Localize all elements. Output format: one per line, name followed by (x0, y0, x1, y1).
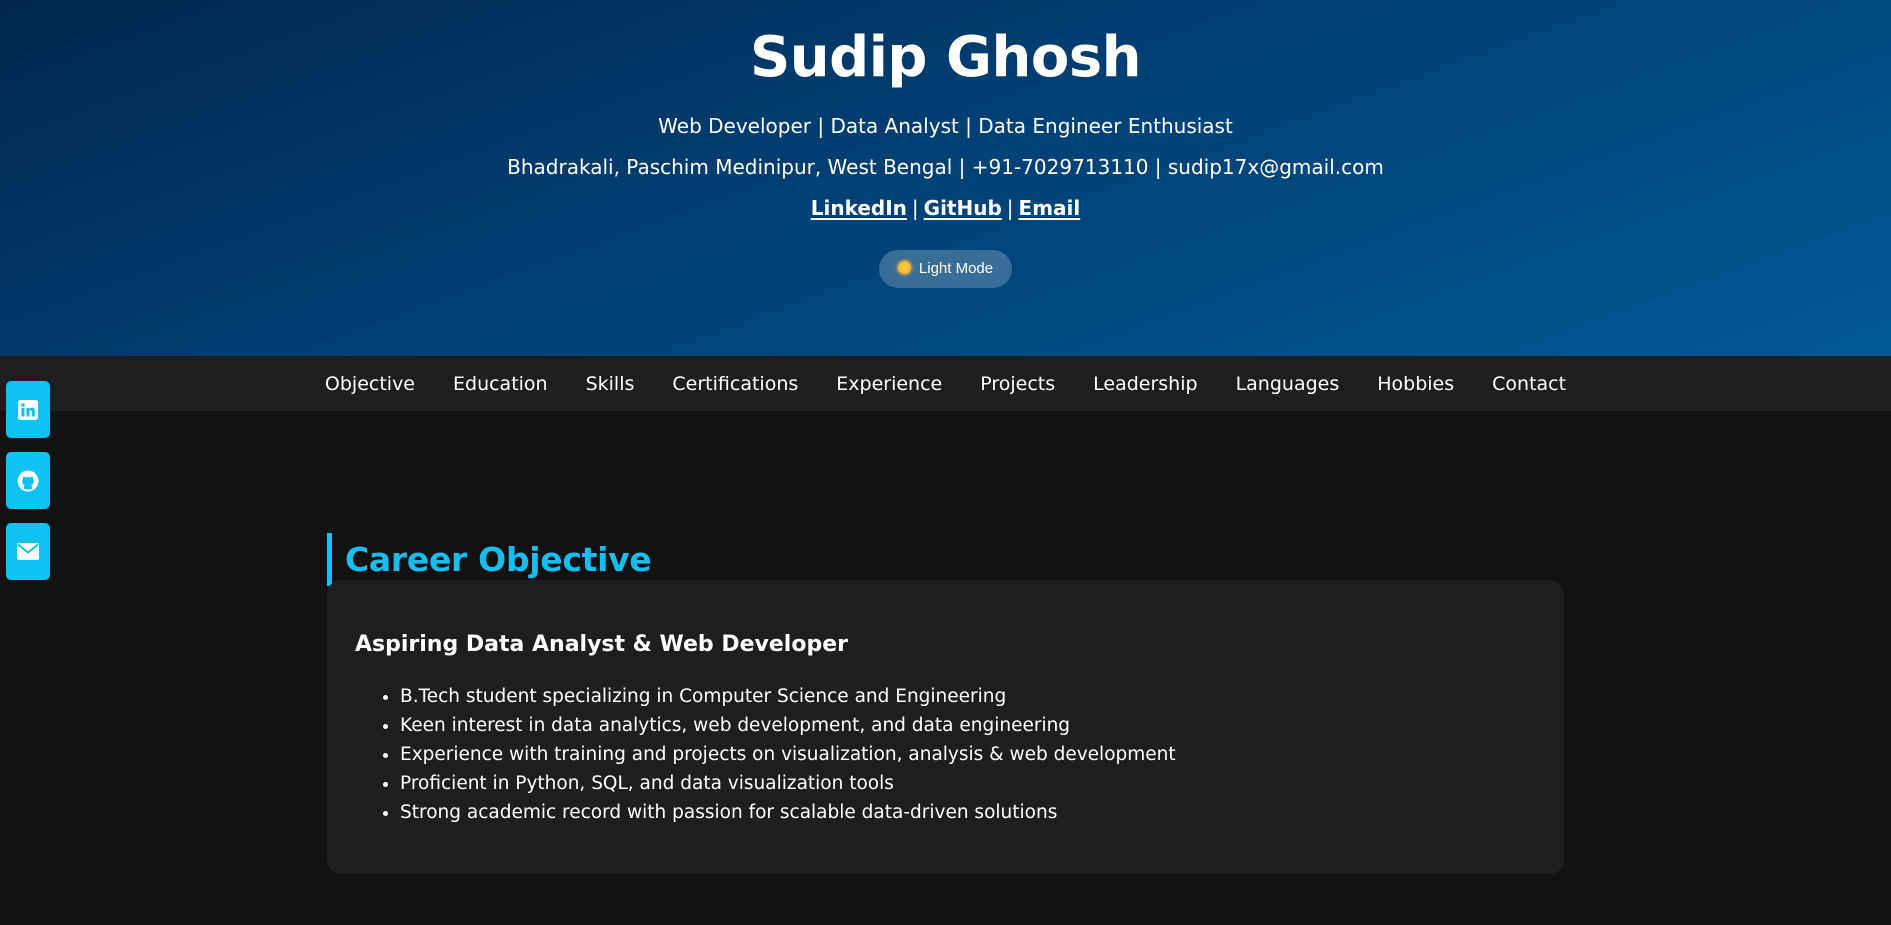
theme-toggle-button[interactable]: Light Mode (879, 250, 1012, 288)
contact-details: Bhadrakali, Paschim Medinipur, West Beng… (507, 155, 1384, 179)
github-social-button[interactable] (6, 452, 50, 509)
email-link[interactable]: Email (1019, 196, 1081, 220)
linkedin-link[interactable]: LinkedIn (811, 196, 907, 220)
nav-item-education[interactable]: Education (453, 373, 548, 395)
email-social-button[interactable] (6, 523, 50, 580)
nav-item-projects[interactable]: Projects (980, 373, 1055, 395)
nav-item-hobbies[interactable]: Hobbies (1377, 373, 1454, 395)
nav-item-languages[interactable]: Languages (1236, 373, 1340, 395)
nav-item-contact[interactable]: Contact (1492, 373, 1566, 395)
list-item: Proficient in Python, SQL, and data visu… (400, 769, 1176, 798)
list-item: Keen interest in data analytics, web dev… (400, 711, 1176, 740)
email-icon (17, 543, 39, 560)
list-item: Strong academic record with passion for … (400, 798, 1176, 827)
linkedin-social-button[interactable] (6, 381, 50, 438)
list-item: B.Tech student specializing in Computer … (400, 682, 1176, 711)
linkedin-icon (18, 399, 38, 420)
objective-card: Aspiring Data Analyst & Web Developer B.… (327, 580, 1564, 874)
link-separator: | (1006, 196, 1014, 220)
nav-item-leadership[interactable]: Leadership (1093, 373, 1197, 395)
profile-name: Sudip Ghosh (749, 25, 1142, 90)
github-link[interactable]: GitHub (924, 196, 1002, 220)
nav-item-certifications[interactable]: Certifications (672, 373, 798, 395)
github-icon (17, 470, 39, 491)
career-objective-heading: Career Objective (327, 533, 652, 587)
nav-item-experience[interactable]: Experience (836, 373, 942, 395)
link-separator: | (911, 196, 919, 220)
objective-list: B.Tech student specializing in Computer … (355, 682, 1176, 827)
list-item: Experience with training and projects on… (400, 740, 1176, 769)
sun-icon (897, 261, 911, 274)
objective-card-title: Aspiring Data Analyst & Web Developer (355, 632, 848, 657)
profile-subtitle: Web Developer | Data Analyst | Data Engi… (658, 114, 1233, 138)
theme-toggle-label: Light Mode (918, 260, 994, 277)
section-nav: Objective Education Skills Certification… (0, 356, 1891, 411)
nav-item-skills[interactable]: Skills (586, 373, 635, 395)
profile-header: Sudip Ghosh Web Developer | Data Analyst… (0, 0, 1891, 356)
nav-item-objective[interactable]: Objective (325, 373, 415, 395)
profile-links: LinkedIn | GitHub | Email (0, 194, 1891, 222)
